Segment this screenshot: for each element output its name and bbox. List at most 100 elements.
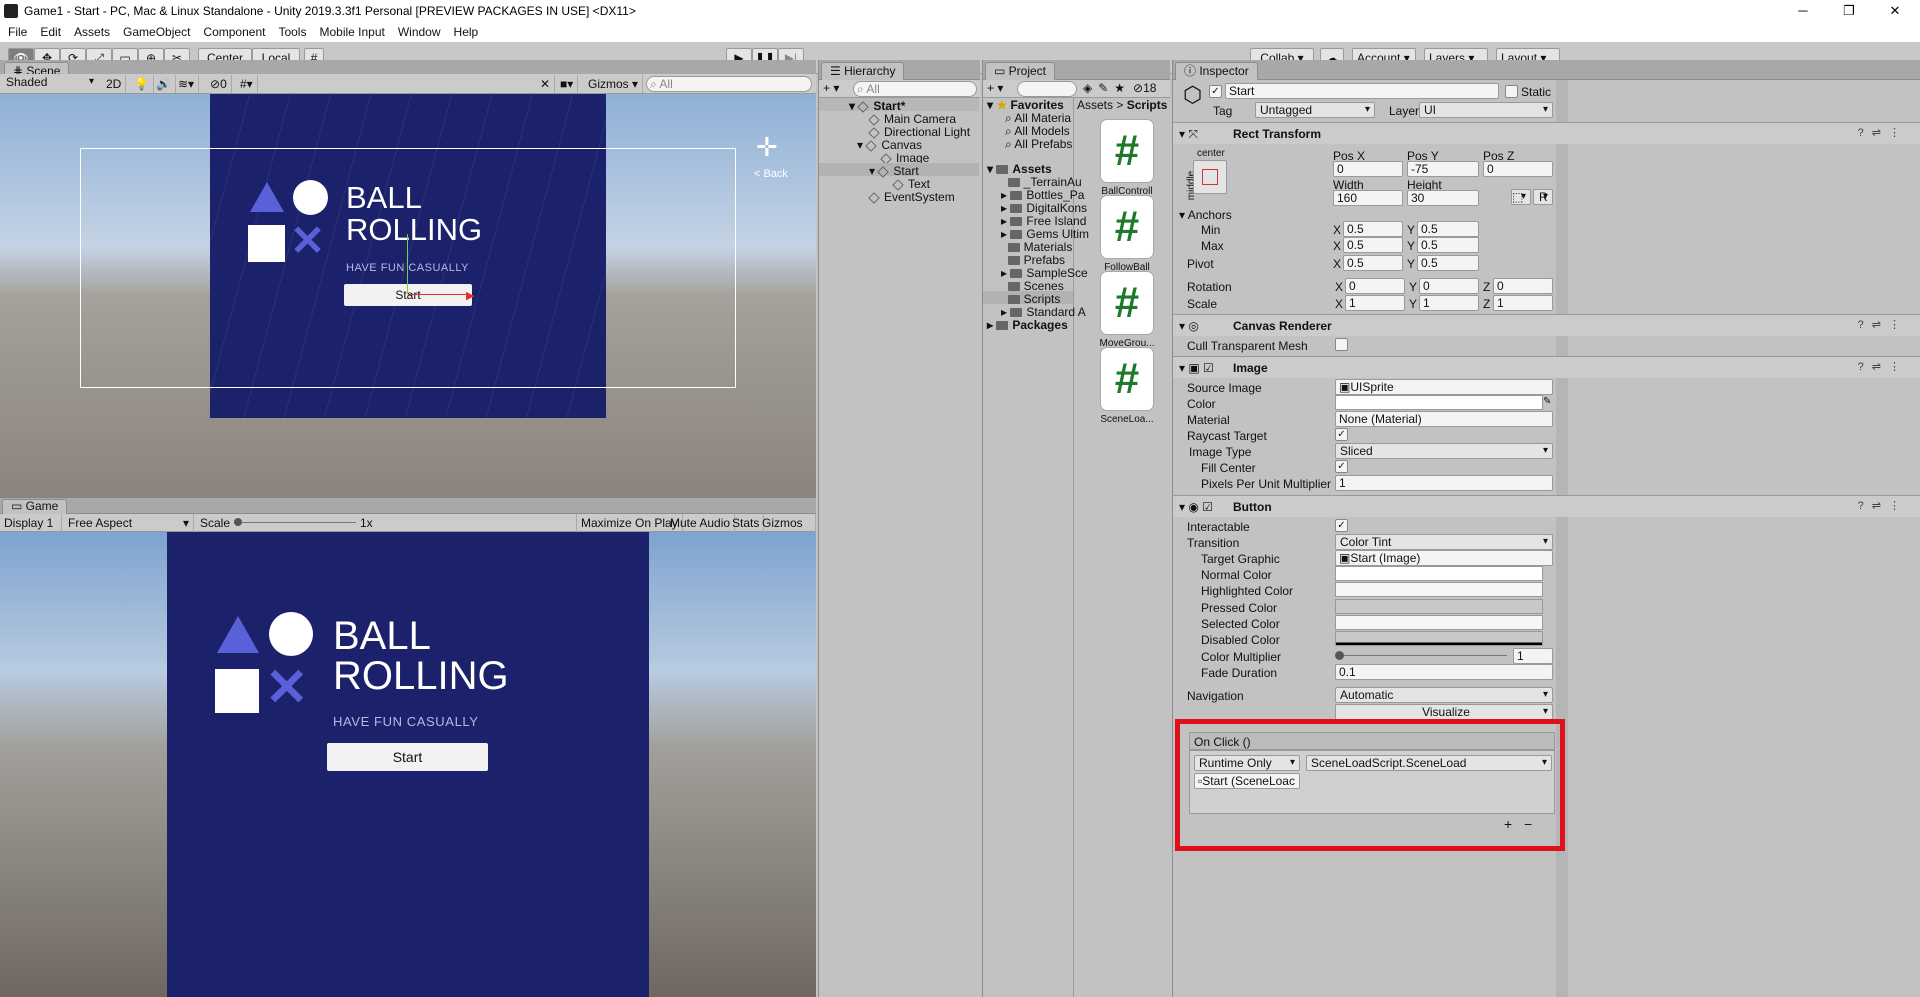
- asset-folder[interactable]: ▸ Bottles_Pa: [1001, 188, 1084, 202]
- component-menu-icons[interactable]: ?⇌⋮: [1858, 360, 1908, 373]
- close-button[interactable]: ✕: [1872, 0, 1918, 22]
- hierarchy-item-eventsystem[interactable]: EventSystem: [868, 190, 955, 204]
- menu-component[interactable]: Component: [203, 25, 265, 39]
- lighting-icon[interactable]: 💡: [130, 75, 154, 93]
- packages-header[interactable]: ▸ Packages: [987, 318, 1068, 332]
- fav-item[interactable]: ⌕ All Prefabs: [1005, 137, 1072, 152]
- menu-window[interactable]: Window: [398, 25, 441, 39]
- component-menu-icons[interactable]: ?⇌⋮: [1858, 126, 1908, 139]
- static-checkbox[interactable]: [1505, 85, 1518, 98]
- material-field[interactable]: None (Material): [1335, 411, 1553, 427]
- transition-dropdown[interactable]: Color Tint: [1335, 534, 1553, 550]
- anchor-preset-button[interactable]: [1193, 160, 1227, 194]
- color-field[interactable]: [1335, 395, 1543, 410]
- width-input[interactable]: 160: [1333, 190, 1403, 206]
- 2d-toggle[interactable]: 2D: [102, 75, 127, 93]
- object-name-input[interactable]: Start: [1225, 83, 1499, 99]
- menu-help[interactable]: Help: [454, 25, 479, 39]
- filter-icons[interactable]: ◈✎★: [1083, 81, 1131, 95]
- canvas-renderer-header[interactable]: ▾ ◎ Canvas Renderer ?⇌⋮: [1173, 314, 1920, 336]
- breadcrumb-current[interactable]: Scripts: [1127, 98, 1168, 112]
- project-create-icon[interactable]: + ▾: [987, 81, 1003, 95]
- maximize-button[interactable]: ❐: [1826, 0, 1872, 22]
- back-label[interactable]: < Back: [754, 168, 788, 180]
- create-icon[interactable]: + ▾: [823, 81, 839, 95]
- hierarchy-item-main-camera[interactable]: Main Camera: [868, 112, 956, 126]
- eyedropper-icon[interactable]: ✎: [1543, 396, 1551, 407]
- tab-game[interactable]: ▭ Game: [2, 499, 68, 514]
- camera-icon[interactable]: ■▾: [556, 75, 579, 93]
- button-component-header[interactable]: ▾ ◉ ☑ Button ?⇌⋮: [1173, 495, 1920, 517]
- hidden-objects-icon[interactable]: ⊘0: [206, 75, 232, 93]
- scale-slider-handle[interactable]: [234, 518, 242, 526]
- menu-gameobject[interactable]: GameObject: [123, 25, 190, 39]
- raycast-checkbox[interactable]: ✓: [1335, 428, 1348, 441]
- asset-folder[interactable]: ▸ Gems Ultim: [1001, 227, 1089, 241]
- remove-event-button[interactable]: −: [1524, 816, 1532, 832]
- asset-folder[interactable]: ▸ Standard A: [1001, 305, 1086, 319]
- hierarchy-item-start[interactable]: ▾ Start: [869, 164, 919, 178]
- game-viewport[interactable]: ✕ BALL ROLLING HAVE FUN CASUALLY Start: [0, 532, 816, 997]
- menu-mobile-input[interactable]: Mobile Input: [319, 25, 384, 39]
- scene-viewport[interactable]: ✕ BALL ROLLING HAVE FUN CASUALLY Start ▶…: [0, 94, 816, 498]
- grid-icon[interactable]: #▾: [236, 75, 258, 93]
- scale-y-input[interactable]: 1: [1419, 295, 1479, 311]
- image-component-header[interactable]: ▾ ▣ ☑ Image ?⇌⋮: [1173, 356, 1920, 378]
- orientation-gizmo-icon[interactable]: ✛: [756, 134, 778, 160]
- asset-folder[interactable]: _TerrainAu: [1001, 175, 1082, 189]
- rotation-z-input[interactable]: 0: [1493, 278, 1553, 294]
- tab-hierarchy[interactable]: ☰ Hierarchy: [821, 62, 905, 80]
- asset-folder[interactable]: ▸ DigitalKons: [1001, 201, 1087, 215]
- effects-icon[interactable]: ≋▾: [174, 75, 200, 93]
- layer-dropdown[interactable]: UI: [1419, 102, 1553, 118]
- fill-center-checkbox[interactable]: ✓: [1335, 460, 1348, 473]
- anchors-label[interactable]: ▾ Anchors: [1179, 208, 1232, 222]
- color-multiplier-track[interactable]: [1339, 655, 1507, 656]
- pivot-x-input[interactable]: 0.5: [1343, 255, 1403, 271]
- asset-folder[interactable]: Prefabs: [1001, 253, 1065, 267]
- blueprint-mode-icon[interactable]: ⬚: [1511, 189, 1531, 205]
- display-dropdown[interactable]: Display 1 ▾: [0, 514, 62, 548]
- posx-input[interactable]: 0: [1333, 161, 1403, 177]
- rotation-y-input[interactable]: 0: [1419, 278, 1479, 294]
- project-search-input[interactable]: [1017, 81, 1077, 97]
- asset-folder[interactable]: ▸ Free Island: [1001, 214, 1086, 228]
- component-menu-icons[interactable]: ?⇌⋮: [1858, 499, 1908, 512]
- height-input[interactable]: 30: [1407, 190, 1479, 206]
- runtime-dropdown[interactable]: Runtime Only: [1194, 755, 1300, 771]
- hierarchy-scene-root[interactable]: ▾ Start*: [849, 99, 905, 113]
- rotation-x-input[interactable]: 0: [1345, 278, 1405, 294]
- pivot-y-input[interactable]: 0.5: [1417, 255, 1479, 271]
- gizmos-dropdown[interactable]: Gizmos ▾: [584, 75, 644, 93]
- navigation-dropdown[interactable]: Automatic: [1335, 687, 1553, 703]
- script-icon[interactable]: #: [1101, 348, 1153, 410]
- visualize-button[interactable]: Visualize: [1335, 704, 1553, 720]
- hierarchy-item-canvas[interactable]: ▾ Canvas: [857, 138, 922, 152]
- hierarchy-item-directional-light[interactable]: Directional Light: [868, 125, 970, 139]
- raw-edit-button[interactable]: R: [1533, 189, 1553, 205]
- selected-color-field[interactable]: [1335, 615, 1543, 630]
- game-start-button[interactable]: Start: [327, 743, 488, 771]
- script-label[interactable]: SceneLoa...: [1092, 414, 1162, 425]
- script-icon[interactable]: #: [1101, 196, 1153, 258]
- script-icon[interactable]: #: [1101, 272, 1153, 334]
- asset-folder-scripts[interactable]: Scripts: [1001, 292, 1060, 306]
- aspect-dropdown[interactable]: Free Aspect ▾: [64, 514, 194, 532]
- function-dropdown[interactable]: SceneLoadScript.SceneLoad: [1306, 755, 1552, 771]
- anchor-min-y-input[interactable]: 0.5: [1417, 221, 1479, 237]
- shading-mode-dropdown[interactable]: Shaded: [2, 75, 98, 91]
- menu-assets[interactable]: Assets: [74, 25, 110, 39]
- tab-inspector[interactable]: ⓘ Inspector: [1175, 62, 1258, 80]
- target-graphic-field[interactable]: ▣Start (Image): [1335, 550, 1553, 566]
- component-menu-icons[interactable]: ?⇌⋮: [1858, 318, 1908, 331]
- ppu-input[interactable]: 1: [1335, 475, 1553, 491]
- image-type-dropdown[interactable]: Sliced: [1335, 443, 1553, 459]
- interactable-checkbox[interactable]: ✓: [1335, 519, 1348, 532]
- mute-audio-toggle[interactable]: Mute Audio: [666, 514, 736, 532]
- color-multiplier-handle[interactable]: [1335, 651, 1344, 660]
- normal-color-field[interactable]: [1335, 566, 1543, 581]
- menu-tools[interactable]: Tools: [278, 25, 306, 39]
- fade-duration-input[interactable]: 0.1: [1335, 664, 1553, 680]
- tools-icon[interactable]: ✕: [536, 75, 556, 93]
- pressed-color-field[interactable]: [1335, 599, 1543, 614]
